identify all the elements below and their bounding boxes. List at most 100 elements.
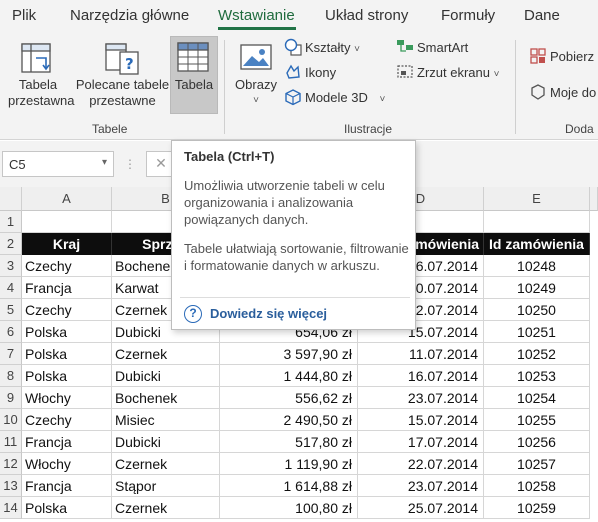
cell-id[interactable]: 10252 (484, 343, 590, 365)
cell-kwota[interactable]: 3 597,90 zł (220, 343, 358, 365)
row-header-4[interactable]: 4 (0, 277, 22, 299)
tab-narzedzia-glowne[interactable]: Narzędzia główne (70, 7, 189, 24)
cell-kwota[interactable]: 517,80 zł (220, 431, 358, 453)
cell-id[interactable]: 10257 (484, 453, 590, 475)
row-header-7[interactable]: 7 (0, 343, 22, 365)
table-label[interactable]: Tabela (172, 77, 216, 93)
cell-data[interactable]: 23.07.2014 (358, 387, 484, 409)
cell-sprzedawca[interactable]: Czernek (112, 453, 220, 475)
cell-kwota[interactable]: 1 444,80 zł (220, 365, 358, 387)
name-box[interactable]: C5 ▾ (2, 151, 114, 177)
row-header-5[interactable]: 5 (0, 299, 22, 321)
cell-kraj[interactable]: Polska (22, 321, 112, 343)
row-header-11[interactable]: 11 (0, 431, 22, 453)
cell-data[interactable]: 15.07.2014 (358, 409, 484, 431)
cell-kwota[interactable]: 1 119,90 zł (220, 453, 358, 475)
cell-data[interactable]: 23.07.2014 (358, 475, 484, 497)
cell-kwota[interactable]: 1 614,88 zł (220, 475, 358, 497)
cell-id[interactable]: 10253 (484, 365, 590, 387)
cell-kwota[interactable]: 100,80 zł (220, 497, 358, 519)
cell-data[interactable]: 16.07.2014 (358, 365, 484, 387)
cell-sprzedawca[interactable]: Misiec (112, 409, 220, 431)
row-header-3[interactable]: 3 (0, 255, 22, 277)
cell-kraj[interactable]: Włochy (22, 387, 112, 409)
cell-sprzedawca[interactable]: Dubicki (112, 365, 220, 387)
row-header-1[interactable]: 1 (0, 211, 22, 233)
pictures-chevron[interactable]: ˅ (250, 93, 262, 109)
get-addins-button[interactable]: Pobierz (550, 49, 594, 64)
smartart-button[interactable]: SmartArt (417, 40, 468, 55)
cell-data[interactable]: 11.07.2014 (358, 343, 484, 365)
tab-formuly[interactable]: Formuły (441, 7, 495, 24)
cell-data[interactable]: 25.07.2014 (358, 497, 484, 519)
column-header-f[interactable] (590, 187, 598, 211)
cell-id[interactable]: 10259 (484, 497, 590, 519)
row-header-8[interactable]: 8 (0, 365, 22, 387)
smartart-icon (397, 40, 413, 52)
row-header-13[interactable]: 13 (0, 475, 22, 497)
cell-id[interactable]: 10255 (484, 409, 590, 431)
cell-kraj[interactable]: Czechy (22, 299, 112, 321)
cell-kraj[interactable]: Polska (22, 343, 112, 365)
header-id-zamowienia[interactable]: Id zamówienia (484, 233, 590, 255)
cell-id[interactable]: 10254 (484, 387, 590, 409)
help-icon[interactable]: ? (184, 305, 202, 323)
row-header-9[interactable]: 9 (0, 387, 22, 409)
column-header-e[interactable]: E (484, 187, 590, 211)
tab-plik[interactable]: Plik (12, 7, 36, 24)
row-header-2[interactable]: 2 (0, 233, 22, 255)
cell-data[interactable]: 22.07.2014 (358, 453, 484, 475)
recommended-pivot-icon[interactable]: ? (104, 42, 144, 76)
cell-id[interactable]: 10256 (484, 431, 590, 453)
tab-wstawianie[interactable]: Wstawianie (218, 7, 295, 24)
cell-id[interactable]: 10248 (484, 255, 590, 277)
cell-a1[interactable] (22, 211, 112, 233)
name-box-dropdown-icon[interactable]: ▾ (102, 157, 107, 168)
learn-more-link[interactable]: Dowiedz się więcej (210, 306, 327, 321)
cell-id[interactable]: 10258 (484, 475, 590, 497)
cell-kwota[interactable]: 556,62 zł (220, 387, 358, 409)
3d-models-button[interactable]: Modele 3D ˅ (305, 90, 385, 105)
icons-button[interactable]: Ikony (305, 65, 336, 80)
cell-kraj[interactable]: Francja (22, 431, 112, 453)
cell-id[interactable]: 10251 (484, 321, 590, 343)
cell-kwota[interactable]: 2 490,50 zł (220, 409, 358, 431)
row-header-14[interactable]: 14 (0, 497, 22, 519)
pivot-table-icon[interactable] (20, 42, 54, 76)
cell-kraj[interactable]: Francja (22, 277, 112, 299)
cell-sprzedawca[interactable]: Bochenek (112, 387, 220, 409)
cell-kraj[interactable]: Czechy (22, 255, 112, 277)
cell-id[interactable]: 10249 (484, 277, 590, 299)
row-header-6[interactable]: 6 (0, 321, 22, 343)
tab-uklad-strony[interactable]: Układ strony (325, 7, 408, 24)
cell-kraj[interactable]: Polska (22, 497, 112, 519)
cell-e1[interactable] (484, 211, 590, 233)
cell-data[interactable]: 17.07.2014 (358, 431, 484, 453)
cell-kraj[interactable]: Włochy (22, 453, 112, 475)
shapes-button[interactable]: Kształty ˅ (305, 40, 360, 55)
pictures-label[interactable]: Obrazy (232, 77, 280, 93)
cell-kraj[interactable]: Czechy (22, 409, 112, 431)
recommended-pivot-label-1[interactable]: Polecane tabele (75, 77, 170, 93)
row-header-10[interactable]: 10 (0, 409, 22, 431)
screenshot-button[interactable]: Zrzut ekranu ˅ (417, 65, 499, 80)
cell-sprzedawca[interactable]: Czernek (112, 497, 220, 519)
my-addins-button[interactable]: Moje do (550, 85, 596, 100)
cell-id[interactable]: 10250 (484, 299, 590, 321)
cell-kraj[interactable]: Francja (22, 475, 112, 497)
column-header-a[interactable]: A (22, 187, 112, 211)
cell-kraj[interactable]: Polska (22, 365, 112, 387)
cell-sprzedawca[interactable]: Czernek (112, 343, 220, 365)
recommended-pivot-label-2[interactable]: przestawne (75, 93, 170, 109)
pictures-icon[interactable] (240, 44, 274, 72)
pivot-table-label-2[interactable]: przestawna (8, 93, 74, 109)
table-icon[interactable] (177, 42, 211, 74)
tab-dane[interactable]: Dane (524, 7, 560, 24)
pivot-table-label-1[interactable]: Tabela (8, 77, 68, 93)
select-all-corner[interactable] (0, 187, 22, 211)
header-kraj[interactable]: Kraj (22, 233, 112, 255)
cell-sprzedawca[interactable]: Stąpor (112, 475, 220, 497)
cell-sprzedawca[interactable]: Dubicki (112, 431, 220, 453)
row-header-12[interactable]: 12 (0, 453, 22, 475)
ribbon-tabs: Plik Narzędzia główne Wstawianie Układ s… (0, 0, 598, 32)
